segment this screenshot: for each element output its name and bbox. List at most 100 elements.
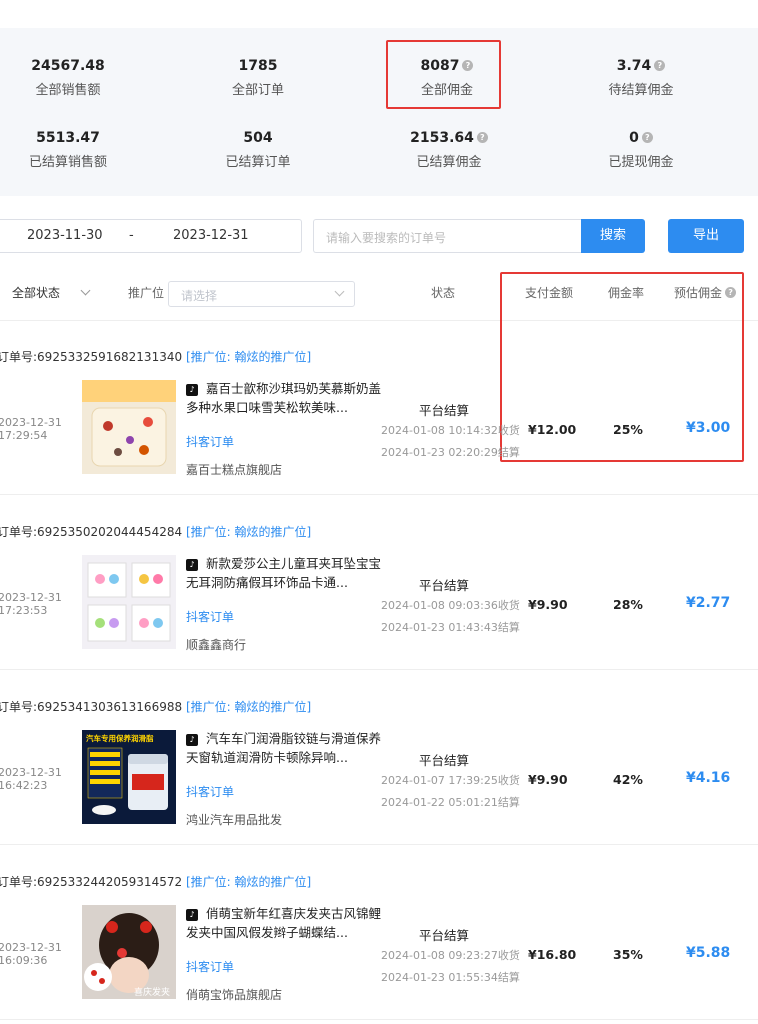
settled-time: 2024-01-23 02:20:29结算 xyxy=(381,446,520,459)
help-icon[interactable]: ? xyxy=(641,132,653,143)
product-title[interactable]: 汽车车门润滑脂铰链与滑道保养天窗轨道润滑防卡顿除异响... xyxy=(186,729,382,767)
order-number-label: 订单号: xyxy=(0,350,38,364)
est-commission: ¥3.00 xyxy=(686,420,731,436)
received-time: 2024-01-08 09:23:27收货 xyxy=(381,949,520,962)
commission-rate: 28% xyxy=(613,597,643,612)
shop-name[interactable]: 鸿业汽车用品批发 xyxy=(186,811,282,828)
date-separator: - xyxy=(129,228,134,243)
shop-name[interactable]: 俏萌宝饰品旗舰店 xyxy=(186,986,282,1003)
order-date-time: 17:23:53 xyxy=(0,604,48,617)
order-date: 2023-12-31 17:29:54 xyxy=(0,416,62,442)
stat-value: 24567.48 xyxy=(31,58,105,74)
order-number-value: 6925332591682131340 xyxy=(37,350,183,364)
stat-label: 已结算佣金 xyxy=(416,155,482,170)
order-date-day: 2023-12-31 xyxy=(0,416,62,429)
product-title[interactable]: 嘉百士歆称沙琪玛奶芙慕斯奶盖多种水果口味雪芙松软美味... xyxy=(186,379,382,417)
received-time: 2024-01-08 09:03:36收货 xyxy=(381,599,520,612)
received-time: 2024-01-08 10:14:32收货 xyxy=(381,424,520,437)
divider xyxy=(0,1019,758,1020)
order-number-label: 订单号: xyxy=(0,700,38,714)
order-status: 平台结算 xyxy=(419,578,470,593)
pay-amount: ¥9.90 xyxy=(528,772,568,787)
pay-amount: ¥16.80 xyxy=(528,947,577,962)
commission-rate: 42% xyxy=(613,772,643,787)
settled-time: 2024-01-23 01:43:43结算 xyxy=(381,621,520,634)
order-source: 抖客订单 xyxy=(186,960,235,974)
start-date[interactable]: 2023-11-30 xyxy=(27,228,103,243)
order-number-label: 订单号: xyxy=(0,525,38,539)
product-thumbnail[interactable] xyxy=(82,380,176,474)
est-commission: ¥4.16 xyxy=(686,770,731,786)
order-source: 抖客订单 xyxy=(186,610,235,624)
settled-time: 2024-01-22 05:01:21结算 xyxy=(381,796,520,809)
order-status: 平台结算 xyxy=(419,928,470,943)
position-placeholder: 请选择 xyxy=(181,289,218,303)
order-search-input[interactable]: 请输入要搜索的订单号 xyxy=(313,219,581,253)
order-date-day: 2023-12-31 xyxy=(0,591,62,604)
commission-rate: 35% xyxy=(613,947,643,962)
order-date-day: 2023-12-31 xyxy=(0,766,62,779)
chevron-down-icon[interactable] xyxy=(80,285,91,296)
position-tag[interactable]: [推广位: 翰炫的推广位] xyxy=(186,350,311,364)
pay-amount: ¥12.00 xyxy=(528,422,577,437)
order-number-value: 6925332442059314572 xyxy=(37,875,183,889)
stat-settled-sales: 5513.47 已结算销售额 xyxy=(0,128,168,172)
stat-value: 1785 xyxy=(238,58,278,74)
shop-name[interactable]: 顺鑫鑫商行 xyxy=(186,636,246,653)
stat-label: 全部销售额 xyxy=(35,83,101,98)
export-button[interactable]: 导出 xyxy=(668,219,744,253)
stat-value: 0 xyxy=(629,130,639,146)
order-number-value: 6925341303613166988 xyxy=(37,700,183,714)
stat-label: 全部订单 xyxy=(231,83,284,98)
order-date-time: 16:09:36 xyxy=(0,954,48,967)
highlight-box xyxy=(386,40,501,109)
order-date-day: 2023-12-31 xyxy=(0,941,62,954)
stat-value: 2153.64 xyxy=(410,130,474,146)
order-date: 2023-12-31 16:09:36 xyxy=(0,941,62,967)
order-status: 平台结算 xyxy=(419,403,470,418)
stat-value: 5513.47 xyxy=(36,130,100,146)
received-time: 2024-01-07 17:39:25收货 xyxy=(381,774,520,787)
position-select[interactable]: 请选择 xyxy=(168,281,355,307)
product-title[interactable]: 俏萌宝新年红喜庆发夹古风锦鲤发夹中国风假发辫子蝴蝶结... xyxy=(186,904,382,942)
help-icon[interactable]: ? xyxy=(476,132,488,143)
order-status: 平台结算 xyxy=(419,753,470,768)
thumb-banner: 汽车专用保养润滑脂 xyxy=(86,733,154,743)
product-thumbnail[interactable]: 汽车专用保养润滑脂 xyxy=(82,730,176,824)
position-tag[interactable]: [推广位: 翰炫的推广位] xyxy=(186,700,311,714)
settled-time: 2024-01-23 01:55:34结算 xyxy=(381,971,520,984)
stat-pending-commission: 3.74? 待结算佣金 xyxy=(541,56,741,100)
status-filter[interactable]: 全部状态 xyxy=(12,284,60,301)
thumb-caption: 喜庆发夹 xyxy=(134,986,170,998)
position-label: 推广位 xyxy=(128,286,165,300)
order-source: 抖客订单 xyxy=(186,435,235,449)
order-date-time: 16:42:23 xyxy=(0,779,48,792)
position-tag[interactable]: [推广位: 翰炫的推广位] xyxy=(186,525,311,539)
stat-total-sales: 24567.48 全部销售额 xyxy=(0,56,168,100)
date-range-picker[interactable]: 2023-11-30 - 2023-12-31 xyxy=(0,219,302,253)
product-title[interactable]: 新款爱莎公主儿童耳夹耳坠宝宝无耳洞防痛假耳环饰品卡通... xyxy=(186,554,382,592)
order-number: 订单号:6925332591682131340 [推广位: 翰炫的推广位] xyxy=(0,348,311,365)
col-status: 状态 xyxy=(431,286,456,300)
stat-label: 待结算佣金 xyxy=(608,83,674,98)
pay-amount: ¥9.90 xyxy=(528,597,568,612)
position-tag[interactable]: [推广位: 翰炫的推广位] xyxy=(186,875,311,889)
stat-value: 3.74 xyxy=(616,58,652,74)
est-commission: ¥5.88 xyxy=(686,945,731,961)
divider xyxy=(0,494,758,495)
stats-panel: 24567.48 全部销售额 1785 全部订单 8087? 全部佣金 3.74… xyxy=(0,28,758,196)
order-number-label: 订单号: xyxy=(0,875,38,889)
shop-name[interactable]: 嘉百士糕点旗舰店 xyxy=(186,461,282,478)
product-thumbnail[interactable] xyxy=(82,555,176,649)
stat-total-orders: 1785 全部订单 xyxy=(158,56,358,100)
stat-label: 已提现佣金 xyxy=(608,155,674,170)
help-icon[interactable]: ? xyxy=(654,60,666,71)
search-button[interactable]: 搜索 xyxy=(581,219,645,253)
divider xyxy=(0,669,758,670)
order-date: 2023-12-31 17:23:53 xyxy=(0,591,62,617)
stat-settled-commission: 2153.64? 已结算佣金 xyxy=(349,128,549,172)
product-thumbnail[interactable]: 喜庆发夹 xyxy=(82,905,176,999)
order-number: 订单号:6925332442059314572 [推广位: 翰炫的推广位] xyxy=(0,873,311,890)
end-date[interactable]: 2023-12-31 xyxy=(173,228,249,243)
commission-rate: 25% xyxy=(613,422,643,437)
